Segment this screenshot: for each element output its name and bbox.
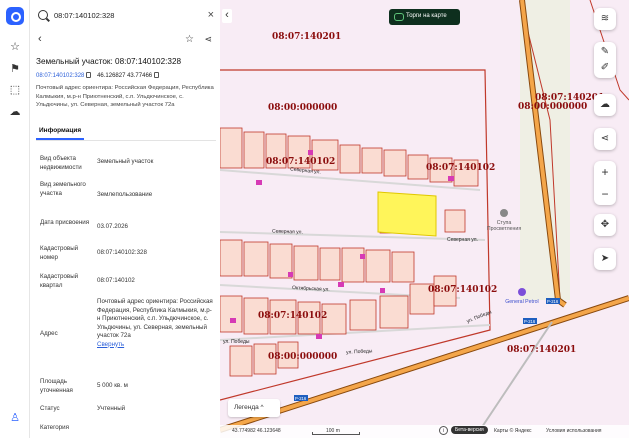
edit-icon: ✐ [600,62,610,73]
info-key: Вид земельного участка [40,181,86,197]
zoom-in-button[interactable]: + [594,161,616,183]
navigation-arrow-icon: ➤ [600,253,610,264]
cadastral-label: 08:07:140102 [426,163,496,173]
draw-tools-button[interactable]: ✎ ✐ [594,42,616,78]
info-value: Землепользование [97,191,153,198]
legend-chevron-icon: ^ [260,404,264,411]
left-rail: ☆ ⚑ ⬚ ☁ ♙ [0,0,30,438]
road-shield-label: Р-216 [295,396,307,401]
cadastral-label: 08:07:140102 [266,157,336,167]
cadastral-label: 08:07:140102 [428,285,498,295]
poi-fuel-label: General Petrol [505,298,539,305]
cloud-icon[interactable]: ☁ [9,106,21,118]
info-value: Земельный участок [97,158,154,165]
object-coordinates: 46.126827 43.77466 [97,73,153,79]
info-icon[interactable]: i [439,426,448,435]
poi-fuel[interactable]: General Petrol [500,288,544,305]
cadastral-label: 08:07:140201 [507,345,577,355]
info-key: Адрес [40,330,58,337]
torgi-toggle-button[interactable]: Торги на карте [389,9,460,25]
poi-school[interactable]: Ступа Просветления [482,209,526,233]
info-key: Дата присвоения [40,219,90,226]
app-window: ☆ ⚑ ⬚ ☁ ♙ 08:07:140102:328 × ‹ ☆ ⋖ Земел… [0,0,629,438]
street-label: ул. Победы [223,339,250,345]
share-icon[interactable]: ⋖ [204,34,212,45]
address-value-text: Почтовый адрес ориентира: Российская Фед… [97,298,213,339]
pan-button[interactable]: ✥ [594,214,616,236]
legend-label: Легенда [234,404,259,411]
move-arrows-icon: ✥ [600,219,610,230]
collapse-panel-chevron-icon[interactable]: ‹ [222,9,232,23]
info-value: Учтенный [97,405,126,412]
zoom-out-button[interactable]: − [594,183,616,205]
cloud-upload-icon: ☁ [600,99,610,110]
road-shield-label: Р-216 [524,319,536,324]
poi-school-label: Ступа Просветления [486,219,522,233]
cadastral-label: 08:07:140102 [258,311,328,321]
copyright-text[interactable]: Карты © Яндекс [494,428,532,434]
share-map-button[interactable]: ⋖ [594,128,616,150]
object-identifiers: 08:07:140102:328 46.126827 43.77466 [36,72,163,79]
cadastral-map[interactable]: 08:07:140201 08:00:000000 08:07:140201 0… [220,0,629,438]
app-logo-icon[interactable] [6,7,24,25]
info-value: 08:07:140102 [97,277,135,284]
info-value: 08:07:140102:328 [97,249,147,256]
cadastral-label: 08:00:000000 [518,102,588,112]
beta-badge[interactable]: Бета-версия [451,426,488,434]
share-nodes-icon: ⋖ [600,133,610,144]
info-key: Категория [40,424,69,431]
copy-coordinates-icon[interactable] [154,72,160,78]
info-value: 03.07.2026 [97,223,128,230]
object-info-panel: 08:07:140102:328 × ‹ ☆ ⋖ Земельный участ… [30,0,220,438]
info-key: Кадастровый квартал [40,273,79,289]
road-shield-label: Р-216 [547,299,559,304]
tab-divider [36,140,216,141]
layers-button[interactable]: ≋ [594,8,616,30]
panel-toolbar: ‹ ☆ ⋖ [36,33,214,49]
street-label: Северная ул. [271,228,303,236]
school-icon [500,209,508,217]
cadastral-label: 08:00:000000 [268,352,338,362]
info-value: 5 000 кв. м [97,382,128,389]
cadastral-label: 08:00:000000 [268,103,338,113]
object-title: Земельный участок: 08:07:140102:328 [36,57,182,66]
object-address: Почтовый адрес ориентира: Российская Фед… [36,85,214,108]
info-key: Площадь уточненная [40,378,73,394]
geolocate-button[interactable]: ➤ [594,248,616,270]
collapse-address-link[interactable]: Свернуть [97,341,124,348]
info-key: Статус [40,405,60,412]
upload-button[interactable]: ☁ [594,94,616,116]
pencil-icon: ✎ [600,46,610,57]
cadastral-label: 08:07:140201 [272,32,342,42]
selection-square-icon[interactable]: ⬚ [9,84,21,96]
search-bar[interactable]: 08:07:140102:328 × [36,8,216,26]
cad-number-link[interactable]: 08:07:140102:328 [36,73,84,79]
map-canvas[interactable] [220,0,629,438]
legend-button[interactable]: Легенда ^ [228,399,280,417]
clear-search-icon[interactable]: × [208,9,214,21]
flag-icon[interactable]: ⚑ [9,63,21,75]
fuel-station-icon [518,288,526,296]
cursor-coordinates: 43.774982 46.123648 [232,428,281,434]
copy-cad-number-icon[interactable] [86,72,92,78]
street-label: Северная ул. [447,237,478,243]
tab-information[interactable]: Информация [36,127,85,140]
back-chevron-icon[interactable]: ‹ [38,33,42,45]
scale-bar: 100 m [312,428,360,435]
user-profile-icon[interactable]: ♙ [9,412,21,424]
info-key: Вид объекта недвижимости [40,155,82,171]
favorites-star-icon[interactable]: ☆ [9,41,21,53]
search-input[interactable]: 08:07:140102:328 [54,11,114,20]
bookmark-star-icon[interactable]: ☆ [185,34,194,45]
info-value: Почтовый адрес ориентира: Российская Фед… [97,298,213,349]
terms-link[interactable]: Условия использования [546,428,602,434]
map-status-bar: 43.774982 46.123648 100 m i Бета-версия … [220,425,629,438]
zoom-control: + − [594,161,616,205]
info-key: Кадастровый номер [40,245,79,261]
search-icon [38,10,48,20]
layers-icon: ≋ [600,13,610,24]
